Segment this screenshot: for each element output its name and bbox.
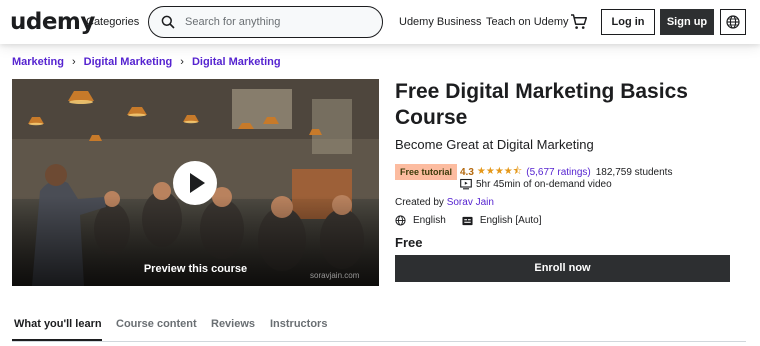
globe-icon xyxy=(726,15,740,29)
tab-what-youll-learn[interactable]: What you'll learn xyxy=(14,318,102,330)
breadcrumb-marketing[interactable]: Marketing xyxy=(12,56,64,68)
captions-item: English [Auto] xyxy=(462,215,542,226)
categories-menu[interactable]: Categories xyxy=(86,16,139,28)
tab-instructors[interactable]: Instructors xyxy=(270,318,327,330)
language-row: English English [Auto] xyxy=(395,215,558,226)
video-icon xyxy=(460,178,472,190)
ratings-count[interactable]: (5,677 ratings) xyxy=(526,167,590,178)
captions-icon xyxy=(462,216,473,225)
udemy-logo[interactable]: udemy xyxy=(10,9,95,35)
enroll-button[interactable]: Enroll now xyxy=(395,255,730,282)
tabs-divider xyxy=(12,341,746,342)
language-button[interactable] xyxy=(720,9,746,35)
duration-text: 5hr 45min of on-demand video xyxy=(476,178,612,190)
udemy-business-link[interactable]: Udemy Business xyxy=(399,16,482,28)
chevron-right-icon: › xyxy=(71,56,76,68)
login-button[interactable]: Log in xyxy=(601,9,655,35)
free-tutorial-badge: Free tutorial xyxy=(395,164,458,180)
top-header: udemy Categories Search for anything Ude… xyxy=(0,0,760,44)
instructor-link[interactable]: Sorav Jain xyxy=(447,197,494,208)
search-icon[interactable] xyxy=(161,15,175,29)
students-count: 182,759 students xyxy=(595,166,673,178)
play-icon[interactable] xyxy=(173,161,217,205)
captions-text: English [Auto] xyxy=(479,215,542,226)
breadcrumb-digital-marketing-topic[interactable]: Digital Marketing xyxy=(192,56,281,68)
breadcrumb: Marketing › Digital Marketing › Digital … xyxy=(12,56,281,68)
course-subtitle: Become Great at Digital Marketing xyxy=(395,137,594,152)
tab-reviews[interactable]: Reviews xyxy=(211,318,255,330)
cart-icon[interactable] xyxy=(570,13,588,31)
chevron-right-icon: › xyxy=(180,56,184,68)
search-input[interactable]: Search for anything xyxy=(185,16,280,28)
breadcrumb-digital-marketing[interactable]: Digital Marketing xyxy=(84,56,173,68)
duration-row: 5hr 45min of on-demand video xyxy=(460,178,612,190)
course-price: Free xyxy=(395,235,423,250)
language-item: English xyxy=(395,215,446,226)
course-tabs: What you'll learn Course content Reviews… xyxy=(0,309,760,346)
teach-on-udemy-link[interactable]: Teach on Udemy xyxy=(486,16,569,28)
globe-icon xyxy=(395,215,406,226)
signup-button[interactable]: Sign up xyxy=(660,9,714,35)
language-text: English xyxy=(413,215,446,226)
created-by: Created by Sorav Jain xyxy=(395,197,494,208)
course-title: Free Digital Marketing Basics Course xyxy=(395,80,688,129)
created-by-label: Created by xyxy=(395,197,444,208)
tab-course-content[interactable]: Course content xyxy=(116,318,197,330)
search-bar[interactable]: Search for anything xyxy=(148,6,383,38)
preview-watermark: soravjain.com xyxy=(310,271,360,280)
course-preview[interactable]: Preview this course soravjain.com xyxy=(12,79,379,286)
rating-value: 4.3 xyxy=(460,166,474,178)
